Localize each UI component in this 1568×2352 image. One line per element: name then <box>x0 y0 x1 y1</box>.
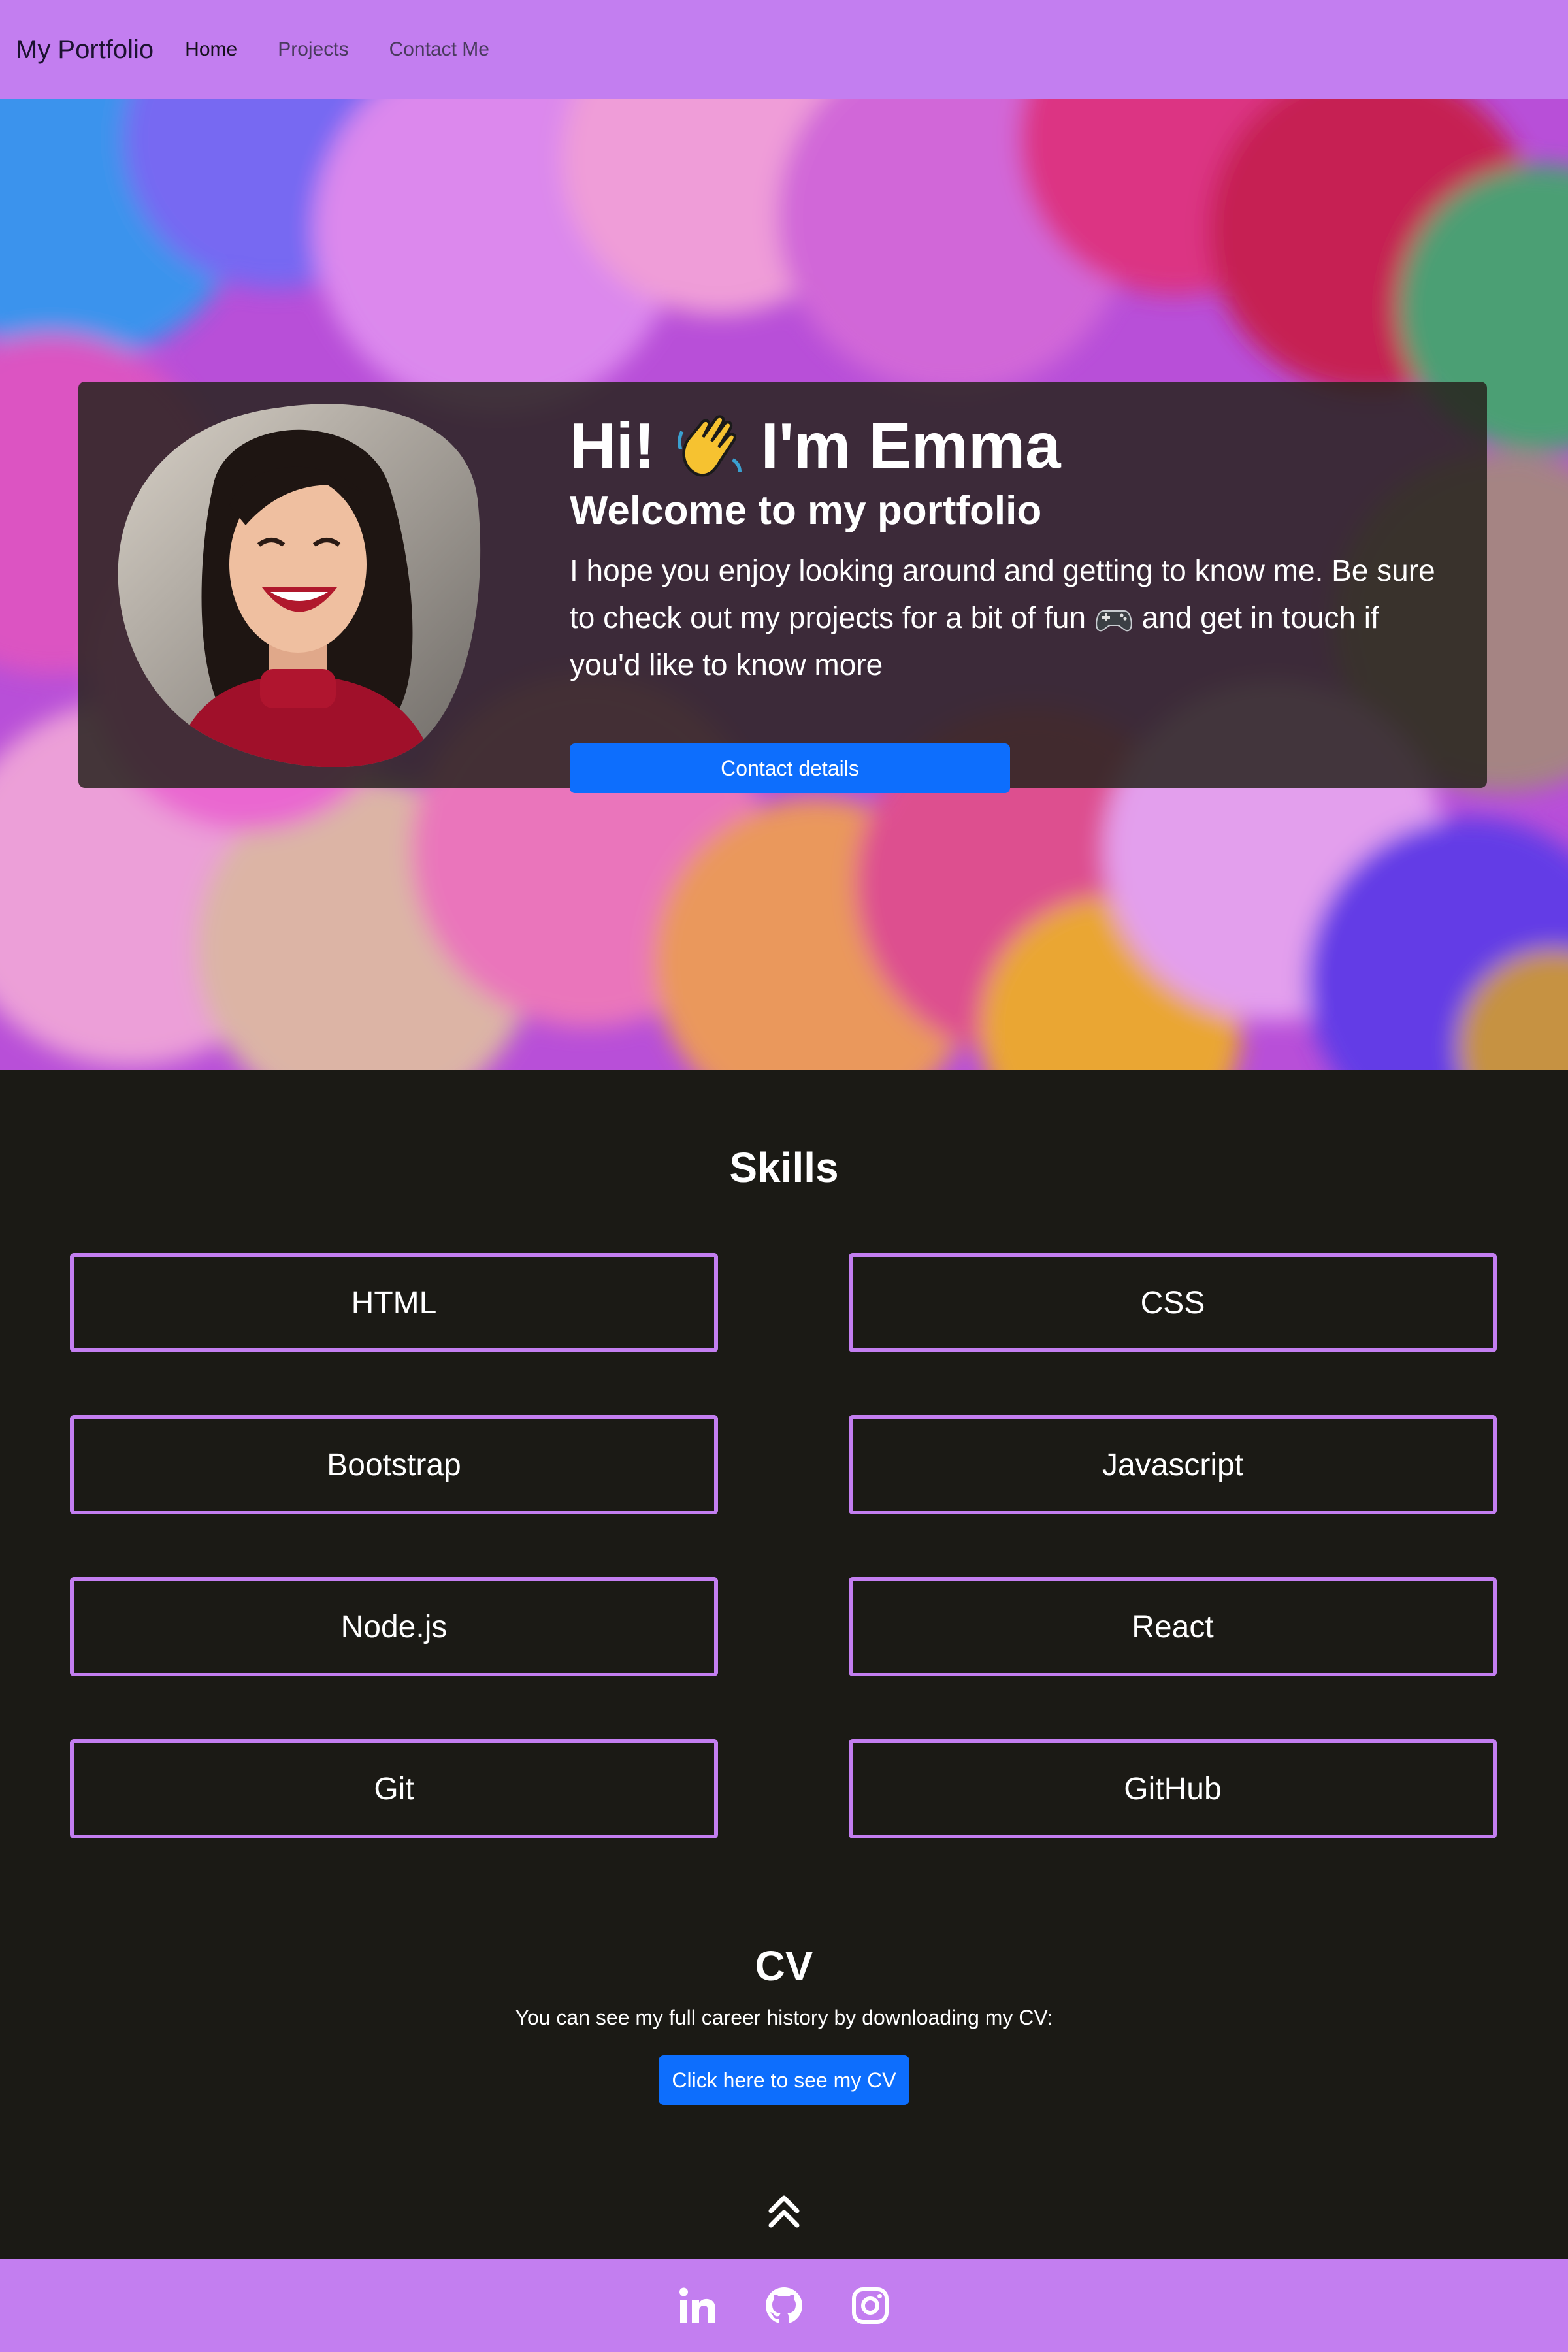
profile-photo <box>118 404 481 767</box>
greeting-heading: Hi! I'm Emma <box>570 410 1445 481</box>
skill-card-git: Git <box>70 1739 718 1838</box>
skill-card-css: CSS <box>849 1253 1497 1352</box>
download-cv-button[interactable]: Click here to see my CV <box>659 2055 909 2105</box>
nav-link-contact[interactable]: Contact Me <box>389 39 489 61</box>
github-icon[interactable] <box>764 2285 804 2326</box>
nav-link-projects[interactable]: Projects <box>278 39 348 61</box>
nav-link-home[interactable]: Home <box>185 39 237 61</box>
skill-label: Javascript <box>1102 1447 1244 1482</box>
skill-card-react: React <box>849 1577 1497 1676</box>
skill-card-html: HTML <box>70 1253 718 1352</box>
skill-label: HTML <box>351 1285 437 1320</box>
contact-details-button[interactable]: Contact details <box>570 743 1010 793</box>
double-chevron-up-icon[interactable] <box>764 2191 804 2230</box>
skills-heading: Skills <box>729 1144 839 1191</box>
intro-text: Hi! I'm Emma Welcome to my portfolio I h… <box>570 410 1445 793</box>
skill-card-javascript: Javascript <box>849 1415 1497 1514</box>
game-controller-icon <box>1096 610 1132 632</box>
skill-label: CSS <box>1140 1285 1205 1320</box>
skill-label: Node.js <box>340 1609 448 1644</box>
skill-label: React <box>1132 1609 1214 1644</box>
navbar: My Portfolio Home Projects Contact Me <box>0 0 1568 99</box>
linkedin-icon[interactable] <box>678 2285 718 2326</box>
hero-section: Hi! I'm Emma Welcome to my portfolio I h… <box>0 99 1568 1070</box>
footer <box>0 2259 1568 2352</box>
skill-label: GitHub <box>1124 1771 1222 1806</box>
skill-card-github: GitHub <box>849 1739 1497 1838</box>
skill-label: Git <box>374 1771 414 1806</box>
waving-hand-icon <box>677 415 742 477</box>
brand-link[interactable]: My Portfolio <box>16 35 154 65</box>
instagram-icon[interactable] <box>850 2285 890 2326</box>
greeting-end: I'm Emma <box>760 409 1061 482</box>
skill-card-bootstrap: Bootstrap <box>70 1415 718 1514</box>
skill-card-nodejs: Node.js <box>70 1577 718 1676</box>
cv-description: You can see my full career history by do… <box>515 2006 1053 2029</box>
intro-card: Hi! I'm Emma Welcome to my portfolio I h… <box>78 382 1487 793</box>
intro-paragraph: I hope you enjoy looking around and gett… <box>570 547 1445 688</box>
welcome-subtitle: Welcome to my portfolio <box>570 488 1042 533</box>
greeting-start: Hi! <box>570 409 655 482</box>
cv-heading: CV <box>755 1942 813 1989</box>
skill-label: Bootstrap <box>327 1447 461 1482</box>
